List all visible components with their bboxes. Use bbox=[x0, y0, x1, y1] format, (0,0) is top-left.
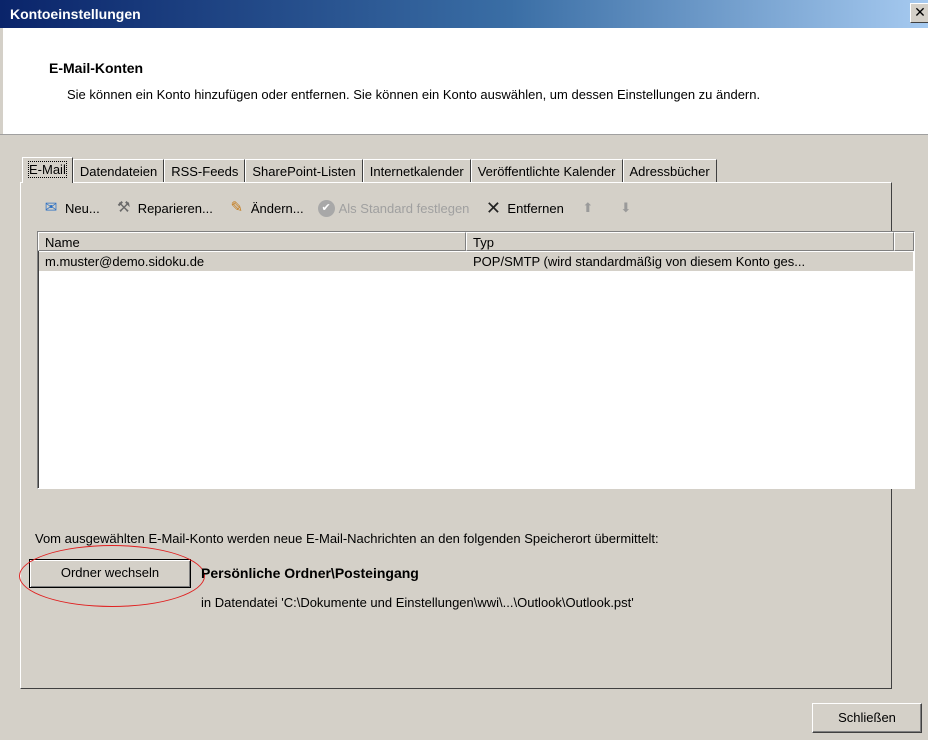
new-account-button[interactable]: ✉ Neu... bbox=[41, 198, 100, 218]
change-folder-button[interactable]: Ordner wechseln bbox=[29, 559, 191, 588]
repair-label: Reparieren... bbox=[137, 200, 213, 216]
tab-veroeffentlichte-kalender-label: Veröffentlichte Kalender bbox=[477, 164, 616, 179]
account-type-cell: POP/SMTP (wird standardmäßig von diesem … bbox=[473, 254, 806, 269]
change-label: Ändern... bbox=[250, 200, 304, 216]
list-header: Name Typ bbox=[38, 232, 914, 251]
change-button[interactable]: ✎ Ändern... bbox=[227, 198, 304, 218]
x-icon: ✕ bbox=[485, 198, 501, 218]
tab-datendateien[interactable]: Datendateien bbox=[72, 159, 165, 183]
arrow-down-icon: ⬇ bbox=[620, 200, 632, 215]
new-account-icon: ✉ bbox=[44, 199, 58, 216]
tab-datendateien-label: Datendateien bbox=[79, 164, 158, 179]
remove-button[interactable]: ✕ Entfernen bbox=[483, 198, 564, 218]
tab-rss-feeds-label: RSS-Feeds bbox=[171, 164, 239, 179]
repair-tools-icon: ⚒ bbox=[116, 199, 131, 216]
header-description: Sie können ein Konto hinzufügen oder ent… bbox=[67, 87, 761, 102]
tab-sharepoint-listen-label: SharePoint-Listen bbox=[252, 164, 356, 179]
tab-email[interactable]: E-Mail bbox=[22, 157, 73, 183]
move-down-button[interactable]: ⬇ bbox=[616, 198, 640, 218]
title-bar: Kontoeinstellungen ✕ bbox=[0, 0, 928, 28]
move-up-button[interactable]: ⬆ bbox=[578, 198, 602, 218]
tab-bar: E-Mail Datendateien RSS-Feeds SharePoint… bbox=[22, 157, 717, 183]
tab-veroeffentlichte-kalender[interactable]: Veröffentlichte Kalender bbox=[470, 159, 623, 183]
close-button[interactable]: Schließen bbox=[812, 703, 922, 733]
checkmark-icon: ✔ bbox=[317, 199, 335, 217]
window-close-button[interactable]: ✕ bbox=[910, 3, 928, 23]
account-list[interactable]: Name Typ m.muster@demo.sidoku.de POP/SMT… bbox=[37, 231, 915, 489]
column-header-name[interactable]: Name bbox=[38, 232, 466, 251]
account-name-cell: m.muster@demo.sidoku.de bbox=[45, 254, 205, 269]
change-icon: ✎ bbox=[230, 199, 244, 216]
close-button-label: Schließen bbox=[838, 710, 896, 725]
tab-email-label: E-Mail bbox=[28, 161, 67, 178]
column-header-filler bbox=[894, 232, 914, 251]
window-title: Kontoeinstellungen bbox=[10, 6, 141, 22]
set-default-label: Als Standard festlegen bbox=[338, 200, 470, 216]
set-default-button[interactable]: ✔ Als Standard festlegen bbox=[317, 199, 470, 217]
tab-adressbuecher-label: Adressbücher bbox=[629, 164, 710, 179]
email-tab-panel: ✉ Neu... ⚒ Reparieren... ✎ Ändern... ✔ A… bbox=[19, 182, 915, 689]
table-row[interactable]: m.muster@demo.sidoku.de POP/SMTP (wird s… bbox=[39, 252, 913, 271]
tab-adressbuecher[interactable]: Adressbücher bbox=[622, 159, 717, 183]
new-account-label: Neu... bbox=[65, 200, 100, 216]
repair-button[interactable]: ⚒ Reparieren... bbox=[114, 198, 213, 218]
page-title: E-Mail-Konten bbox=[49, 60, 144, 76]
remove-label: Entfernen bbox=[507, 200, 564, 216]
arrow-up-icon: ⬆ bbox=[582, 200, 594, 215]
delivery-folder: Persönliche Ordner\Posteingang bbox=[201, 565, 419, 581]
delivery-data-file: in Datendatei 'C:\Dokumente und Einstell… bbox=[201, 595, 634, 610]
tab-sharepoint-listen[interactable]: SharePoint-Listen bbox=[245, 159, 363, 183]
dialog-body: E-Mail Datendateien RSS-Feeds SharePoint… bbox=[0, 134, 928, 740]
delivery-info-text: Vom ausgewählten E-Mail-Konto werden neu… bbox=[35, 531, 659, 546]
header-panel: E-Mail-Konten Sie können ein Konto hinzu… bbox=[0, 28, 928, 134]
tab-internetkalender-label: Internetkalender bbox=[369, 164, 464, 179]
tab-internetkalender[interactable]: Internetkalender bbox=[362, 159, 471, 183]
account-toolbar: ✉ Neu... ⚒ Reparieren... ✎ Ändern... ✔ A… bbox=[41, 195, 654, 221]
close-icon: ✕ bbox=[914, 4, 926, 20]
change-folder-label: Ordner wechseln bbox=[60, 565, 160, 580]
column-header-type[interactable]: Typ bbox=[466, 232, 894, 251]
tab-rss-feeds[interactable]: RSS-Feeds bbox=[164, 159, 246, 183]
